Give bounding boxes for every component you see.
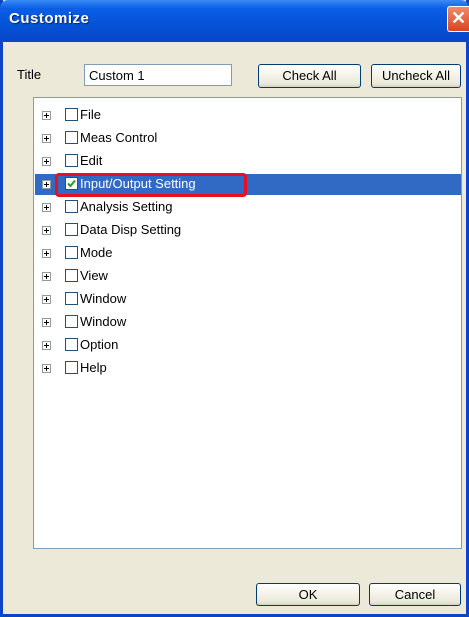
- tree-item-checkbox[interactable]: [65, 246, 78, 259]
- tree-item-checkbox[interactable]: [65, 338, 78, 351]
- tree-item[interactable]: Window: [35, 312, 461, 333]
- ok-label: OK: [298, 587, 318, 602]
- expand-icon[interactable]: [42, 364, 51, 373]
- tree-item-label: Meas Control: [80, 130, 158, 145]
- dialog-title: Customize: [9, 10, 90, 27]
- tree-item[interactable]: Edit: [35, 151, 461, 172]
- tree-item-label: Data Disp Setting: [80, 222, 182, 237]
- tree-item-checkbox[interactable]: [65, 177, 78, 190]
- tree-item[interactable]: View: [35, 266, 461, 287]
- tree-item[interactable]: Mode: [35, 243, 461, 264]
- tree-item[interactable]: Option: [35, 335, 461, 356]
- tree-item-label: Input/Output Setting: [80, 176, 196, 191]
- tree-item-label: Window: [80, 314, 127, 329]
- uncheck-all-button[interactable]: Uncheck All: [371, 64, 461, 88]
- title-label: Title: [17, 67, 42, 82]
- close-button[interactable]: ✕: [447, 6, 469, 32]
- expand-icon[interactable]: [42, 272, 51, 281]
- title-bar[interactable]: Customize ✕: [0, 0, 469, 42]
- expand-icon[interactable]: [42, 180, 51, 189]
- ok-button[interactable]: OK: [256, 583, 360, 606]
- tree-item-label: Edit: [80, 153, 103, 168]
- tree-item-checkbox[interactable]: [65, 269, 78, 282]
- check-all-label: Check All: [282, 68, 337, 83]
- check-all-button[interactable]: Check All: [258, 64, 361, 88]
- expand-icon[interactable]: [42, 341, 51, 350]
- title-input[interactable]: [84, 64, 232, 86]
- tree-item[interactable]: Help: [35, 358, 461, 379]
- tree-item[interactable]: Analysis Setting: [35, 197, 461, 218]
- tree-item-checkbox[interactable]: [65, 292, 78, 305]
- tree-item[interactable]: Input/Output Setting: [35, 174, 461, 195]
- expand-icon[interactable]: [42, 203, 51, 212]
- checkmark-icon: [67, 179, 76, 188]
- cancel-label: Cancel: [394, 587, 436, 602]
- tree-item-label: File: [80, 107, 101, 122]
- tree-item[interactable]: Data Disp Setting: [35, 220, 461, 241]
- tree-item[interactable]: Meas Control: [35, 128, 461, 149]
- tree-item-checkbox[interactable]: [65, 361, 78, 374]
- tree-item-label: Help: [80, 360, 107, 375]
- tree-item-label: Window: [80, 291, 127, 306]
- tree-item-checkbox[interactable]: [65, 200, 78, 213]
- tree-item-checkbox[interactable]: [65, 223, 78, 236]
- tree-item-checkbox[interactable]: [65, 131, 78, 144]
- tree-item-checkbox[interactable]: [65, 154, 78, 167]
- tree-item-label: View: [80, 268, 108, 283]
- expand-icon[interactable]: [42, 318, 51, 327]
- expand-icon[interactable]: [42, 111, 51, 120]
- close-icon: ✕: [450, 8, 467, 28]
- expand-icon[interactable]: [42, 134, 51, 143]
- menu-tree[interactable]: File Meas Control Edit Input/Output Setting…: [33, 97, 462, 549]
- expand-icon[interactable]: [42, 226, 51, 235]
- expand-icon[interactable]: [42, 249, 51, 258]
- uncheck-all-label: Uncheck All: [382, 68, 450, 83]
- customize-dialog: Customize ✕ Title Check All Uncheck All …: [0, 0, 469, 617]
- tree-item-label: Option: [80, 337, 119, 352]
- tree-item-label: Mode: [80, 245, 113, 260]
- cancel-button[interactable]: Cancel: [369, 583, 461, 606]
- expand-icon[interactable]: [42, 157, 51, 166]
- tree-item-checkbox[interactable]: [65, 315, 78, 328]
- tree-item[interactable]: File: [35, 105, 461, 126]
- expand-icon[interactable]: [42, 295, 51, 304]
- tree-item-label: Analysis Setting: [80, 199, 173, 214]
- tree-item[interactable]: Window: [35, 289, 461, 310]
- tree-item-checkbox[interactable]: [65, 108, 78, 121]
